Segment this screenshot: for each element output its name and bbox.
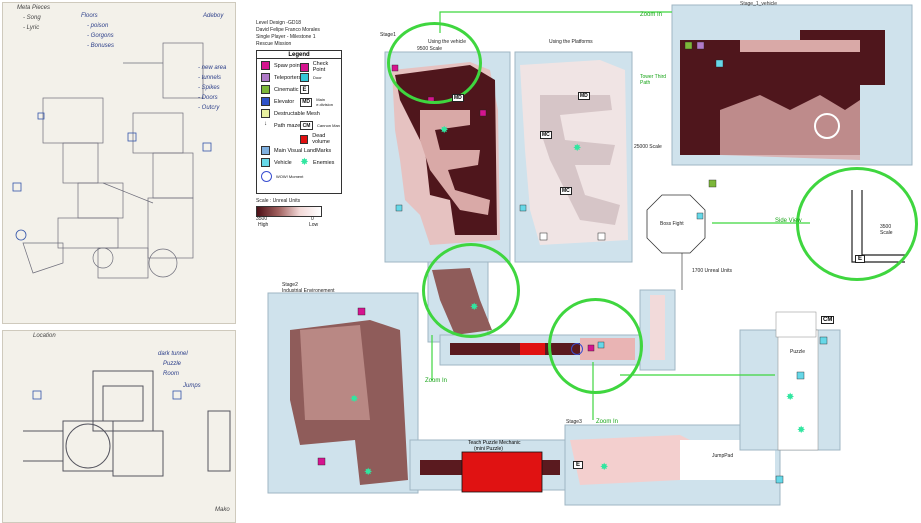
scale-25000-label: 25000 Scale — [634, 144, 662, 150]
zoom-in-label: Zoom In — [596, 419, 619, 425]
zoom-circle-stage1 — [387, 22, 482, 104]
corridor-b-dead — [520, 343, 545, 355]
zoom-in-label: Zoom In — [425, 378, 448, 384]
wow-moment-circle — [814, 113, 840, 139]
marker-door — [395, 204, 403, 212]
marker-door — [796, 371, 805, 380]
teach-puzzle-sublabel: (mini Puzzle) — [474, 446, 503, 452]
enemy-icon: ✸ — [573, 143, 581, 154]
marker-checkpoint — [479, 109, 487, 117]
unreal-units-1700-label: 1700 Unreal Units — [692, 268, 733, 274]
zoom-circle-corridor — [422, 243, 520, 338]
marker-door — [819, 336, 828, 345]
marker-cinematic — [684, 41, 693, 50]
zoom-corridor — [740, 40, 860, 52]
connector-right-floor — [650, 295, 665, 360]
enemy-icon: ✸ — [350, 394, 358, 405]
marker-checkpoint — [317, 457, 326, 466]
marker-door — [715, 59, 724, 68]
teach-puzzle-area — [461, 451, 543, 493]
zoom-line-top — [439, 11, 672, 33]
enemy-icon: ✸ — [440, 125, 448, 136]
using-vehicle-label: Using the vehicle — [428, 39, 467, 45]
using-platforms-label: Using the Platforms — [549, 39, 593, 45]
tower-third-path-label: Tower Third Path — [640, 74, 667, 86]
zoom-in-label: Zoom In — [640, 12, 663, 18]
wow-moment-circle — [571, 343, 583, 355]
stage2-sublabel: Industrial Environement — [282, 288, 335, 294]
marker-landmark — [597, 232, 606, 241]
cannon-marker: CM — [821, 316, 835, 324]
puzzle-label: Puzzle — [790, 349, 806, 355]
marker-landmark — [539, 232, 548, 241]
enemy-icon: ✸ — [786, 392, 794, 403]
marker-cinematic — [708, 179, 717, 188]
zoom-circle-connection — [548, 298, 643, 394]
marker-door — [519, 204, 527, 212]
marker-checkpoint — [357, 307, 366, 316]
boss-fight-label: Boss Fight — [660, 221, 684, 227]
md-marker: MD — [578, 92, 590, 100]
puzzle-room-top — [775, 311, 817, 338]
scale-9500-label: 9500 Scale — [417, 46, 443, 52]
stage1-label: Stage1 — [380, 32, 396, 38]
marker-door — [696, 212, 704, 220]
scale-3500-label: 3500 Scale — [880, 224, 893, 236]
md-marker: MD — [452, 94, 464, 102]
stage2-map-light — [300, 325, 370, 420]
marker-door — [775, 475, 784, 484]
stage3-label: Stage3 — [566, 419, 582, 425]
enemy-icon: ✸ — [600, 462, 608, 473]
elevator-marker: E — [573, 461, 584, 469]
elevator-marker: E — [855, 255, 866, 263]
marker-teleporter — [696, 41, 705, 50]
enemy-icon: ✸ — [364, 467, 372, 478]
side-view-label: Side View — [775, 218, 802, 224]
enemy-icon: ✸ — [797, 425, 805, 436]
jumppad-label: JumpPad — [712, 453, 734, 459]
stage1-vehicle-label: Stage_1_vehicle — [740, 1, 777, 7]
mc-marker: MC — [560, 187, 572, 195]
mc-marker: MC — [540, 131, 552, 139]
